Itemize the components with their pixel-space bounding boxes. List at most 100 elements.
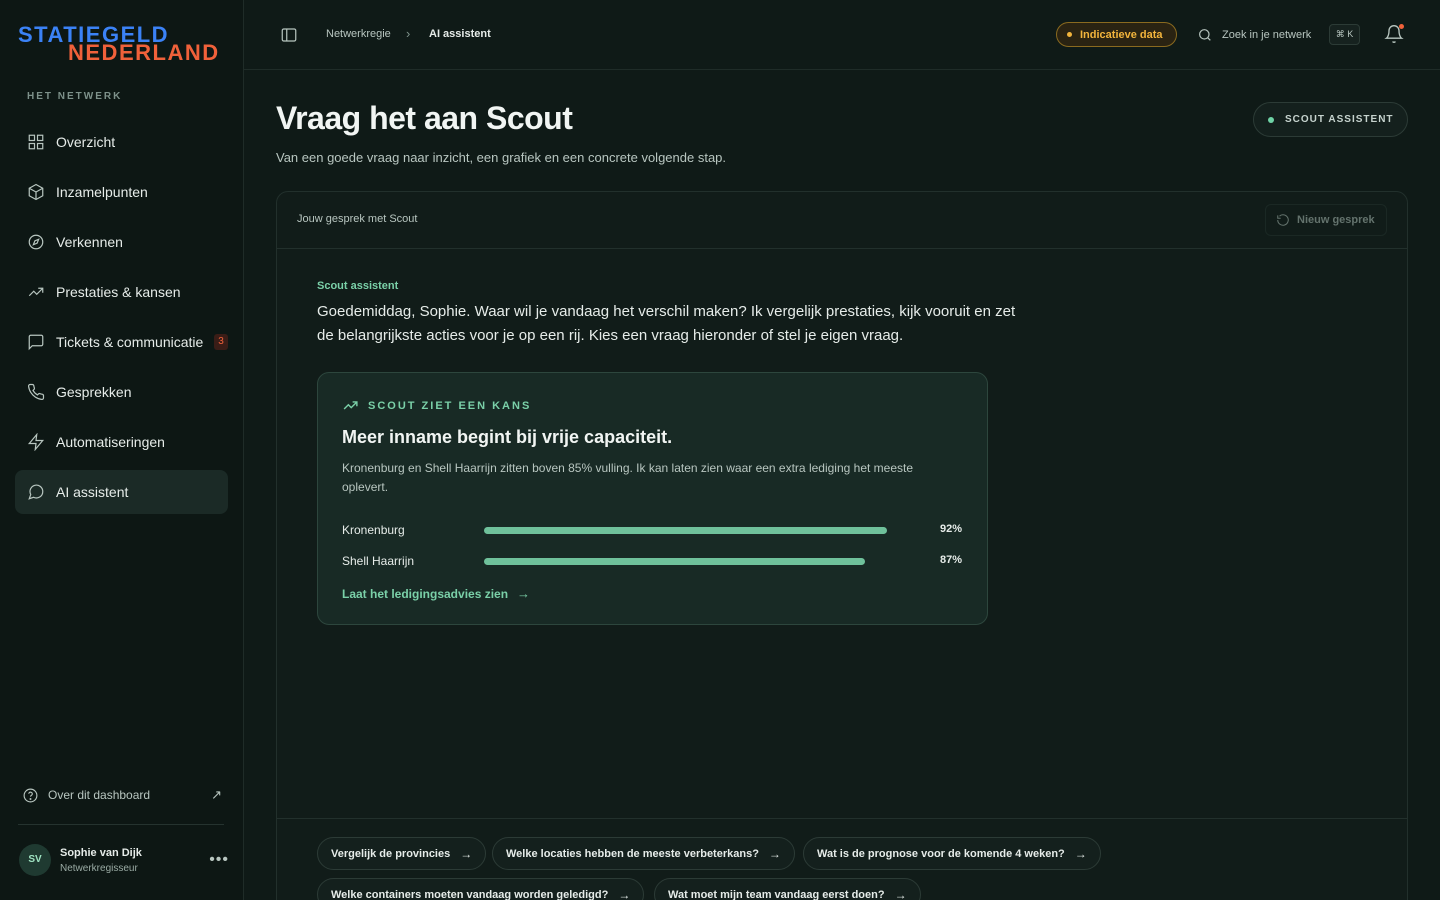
- status-dot: [1067, 32, 1072, 37]
- emptying-advice-label: Laat het ledigingsadvies zien: [342, 586, 509, 601]
- location-name: Shell Haarrijn: [342, 554, 415, 568]
- suggestion-chip[interactable]: Welke containers moeten vandaag worden g…: [317, 878, 645, 900]
- conversation-title: Jouw gesprek met Scout: [297, 213, 418, 225]
- brand-line-2: NEDERLAND: [68, 40, 220, 65]
- box-icon: [28, 183, 44, 201]
- new-conversation-button[interactable]: Nieuw gesprek: [1265, 204, 1387, 236]
- page-title: Vraag het aan Scout: [276, 100, 573, 136]
- suggestion-chip[interactable]: Wat is de prognose voor de komende 4 wek…: [803, 837, 1101, 870]
- conversation-panel: Jouw gesprek met Scout Nieuw gesprek Sco…: [276, 191, 1408, 900]
- suggestion-label: Welke containers moeten vandaag worden g…: [331, 888, 609, 900]
- sidebar-item-gesprekken[interactable]: Gesprekken: [15, 370, 228, 414]
- suggestion-label: Wat moet mijn team vandaag eerst doen?: [668, 888, 885, 900]
- sidebar-item-ai-assistent[interactable]: AI assistent: [15, 470, 228, 514]
- user-role: Netwerkregisseur: [60, 862, 138, 874]
- location-name: Kronenburg: [342, 523, 405, 537]
- assistant-message: Goedemiddag, Sophie. Waar wil je vandaag…: [317, 303, 1016, 344]
- conversation-header: Jouw gesprek met Scout Nieuw gesprek: [277, 192, 1407, 249]
- sidebar-item-label: Overzicht: [56, 134, 116, 150]
- notifications-button[interactable]: [1384, 24, 1404, 44]
- indicative-data-badge[interactable]: Indicatieve data: [1056, 22, 1177, 47]
- suggestion-chip[interactable]: Welke locaties hebben de meeste verbeter…: [492, 837, 795, 870]
- sidebar-item-label: Automatiseringen: [56, 434, 165, 450]
- sidebar: STATIEGELD NEDERLAND HET NETWERK Overzic…: [0, 0, 244, 900]
- user-profile[interactable]: SV Sophie van Dijk Netwerkregisseur •••: [19, 843, 229, 877]
- breadcrumb-current: AI assistent: [429, 28, 491, 40]
- sidebar-item-label: Tickets & communicatie: [56, 334, 204, 350]
- capacity-bar-fill: [484, 527, 887, 534]
- sidebar-item-tickets[interactable]: Tickets & communicatie 3: [15, 320, 228, 364]
- help-circle-icon: [23, 788, 38, 802]
- breadcrumb-netwerkregie[interactable]: Netwerkregie: [326, 28, 391, 40]
- avatar: SV: [19, 844, 51, 876]
- suggestion-chips: Vergelijk de provincies → Welke locaties…: [277, 818, 1407, 900]
- user-name: Sophie van Dijk: [60, 846, 142, 859]
- zap-icon: [27, 433, 45, 451]
- sidebar-item-label: Gesprekken: [56, 384, 132, 400]
- capacity-bar-track: [484, 558, 922, 565]
- scout-assistant-pill: SCOUT ASSISTENT: [1253, 102, 1408, 137]
- about-dashboard-label: Over dit dashboard: [48, 788, 151, 802]
- insight-tag: SCOUT ZIET EEN KANS: [342, 397, 531, 414]
- capacity-row-shell-haarrijn: Shell Haarrijn 87%: [342, 553, 962, 569]
- capacity-bar-track: [484, 527, 922, 534]
- search-placeholder: Zoek in je netwerk: [1222, 29, 1312, 41]
- suggestion-label: Wat is de prognose voor de komende 4 wek…: [817, 847, 1065, 860]
- arrow-right-icon: →: [768, 846, 781, 861]
- insight-heading: Meer inname begint bij vrije capaciteit.: [342, 427, 673, 447]
- search-shortcut-hint: ⌘ K: [1329, 24, 1360, 45]
- arrow-right-icon: →: [517, 586, 531, 601]
- arrow-right-icon: →: [1074, 846, 1087, 861]
- trending-up-icon: [28, 287, 44, 297]
- suggestion-label: Welke locaties hebben de meeste verbeter…: [506, 847, 759, 860]
- phone-icon: [27, 383, 45, 401]
- chevron-right-icon: ›: [406, 26, 411, 41]
- more-options-icon[interactable]: •••: [209, 851, 229, 869]
- message-square-icon: [28, 334, 44, 351]
- message-circle-icon: [28, 484, 44, 500]
- sidebar-item-overzicht[interactable]: Overzicht: [15, 120, 228, 164]
- sidebar-item-label: Verkennen: [56, 234, 123, 250]
- capacity-bar-fill: [484, 558, 866, 565]
- tickets-count-badge: 3: [214, 334, 228, 350]
- sidebar-divider: [18, 824, 224, 825]
- indicative-data-label: Indicatieve data: [1080, 28, 1163, 41]
- insight-body: Kronenburg en Shell Haarrijn zitten bove…: [342, 461, 914, 494]
- capacity-percentage: 87%: [939, 554, 962, 566]
- suggestion-chip[interactable]: Wat moet mijn team vandaag eerst doen? →: [654, 878, 921, 900]
- arrow-right-icon: →: [618, 887, 631, 900]
- insight-tag-label: SCOUT ZIET EEN KANS: [368, 399, 532, 412]
- sidebar-item-verkennen[interactable]: Verkennen: [15, 220, 228, 264]
- sidebar-item-label: AI assistent: [56, 484, 129, 500]
- emptying-advice-link[interactable]: Laat het ledigingsadvies zien →: [342, 586, 530, 601]
- brand-logo[interactable]: STATIEGELD NEDERLAND: [18, 22, 228, 65]
- message-sender: Scout assistent: [317, 280, 399, 292]
- grid-icon: [28, 134, 44, 150]
- status-dot: [1268, 116, 1274, 123]
- compass-icon: [28, 234, 44, 250]
- sidebar-item-automatiseringen[interactable]: Automatiseringen: [15, 420, 228, 464]
- suggestion-chip[interactable]: Vergelijk de provincies →: [317, 837, 487, 870]
- sidebar-item-label: Inzamelpunten: [56, 184, 148, 200]
- sidebar-item-inzamelpunten[interactable]: Inzamelpunten: [15, 170, 228, 214]
- external-link-icon: ↗: [211, 787, 222, 802]
- notification-dot: [1399, 24, 1404, 29]
- sidebar-section-title: HET NETWERK: [27, 91, 123, 102]
- capacity-percentage: 92%: [939, 523, 962, 535]
- about-dashboard-link[interactable]: Over dit dashboard ↗: [22, 785, 222, 805]
- new-conversation-label: Nieuw gesprek: [1297, 214, 1375, 226]
- refresh-icon: [1277, 214, 1289, 226]
- sidebar-toggle-icon[interactable]: [280, 26, 298, 44]
- sidebar-item-label: Prestaties & kansen: [56, 284, 181, 300]
- arrow-right-icon: →: [894, 887, 907, 900]
- arrow-right-icon: →: [460, 846, 473, 861]
- search-icon: [1199, 29, 1211, 41]
- sidebar-item-prestaties[interactable]: Prestaties & kansen: [15, 270, 228, 314]
- trending-up-icon: [343, 401, 358, 410]
- scout-assistant-label: SCOUT ASSISTENT: [1285, 114, 1394, 125]
- topbar: Netwerkregie › AI assistent Indicatieve …: [244, 0, 1440, 70]
- insight-card: SCOUT ZIET EEN KANS Meer inname begint b…: [317, 372, 988, 625]
- capacity-row-kronenburg: Kronenburg 92%: [342, 522, 962, 538]
- suggestion-label: Vergelijk de provincies: [331, 847, 451, 860]
- page-subtitle: Van een goede vraag naar inzicht, een gr…: [276, 150, 727, 165]
